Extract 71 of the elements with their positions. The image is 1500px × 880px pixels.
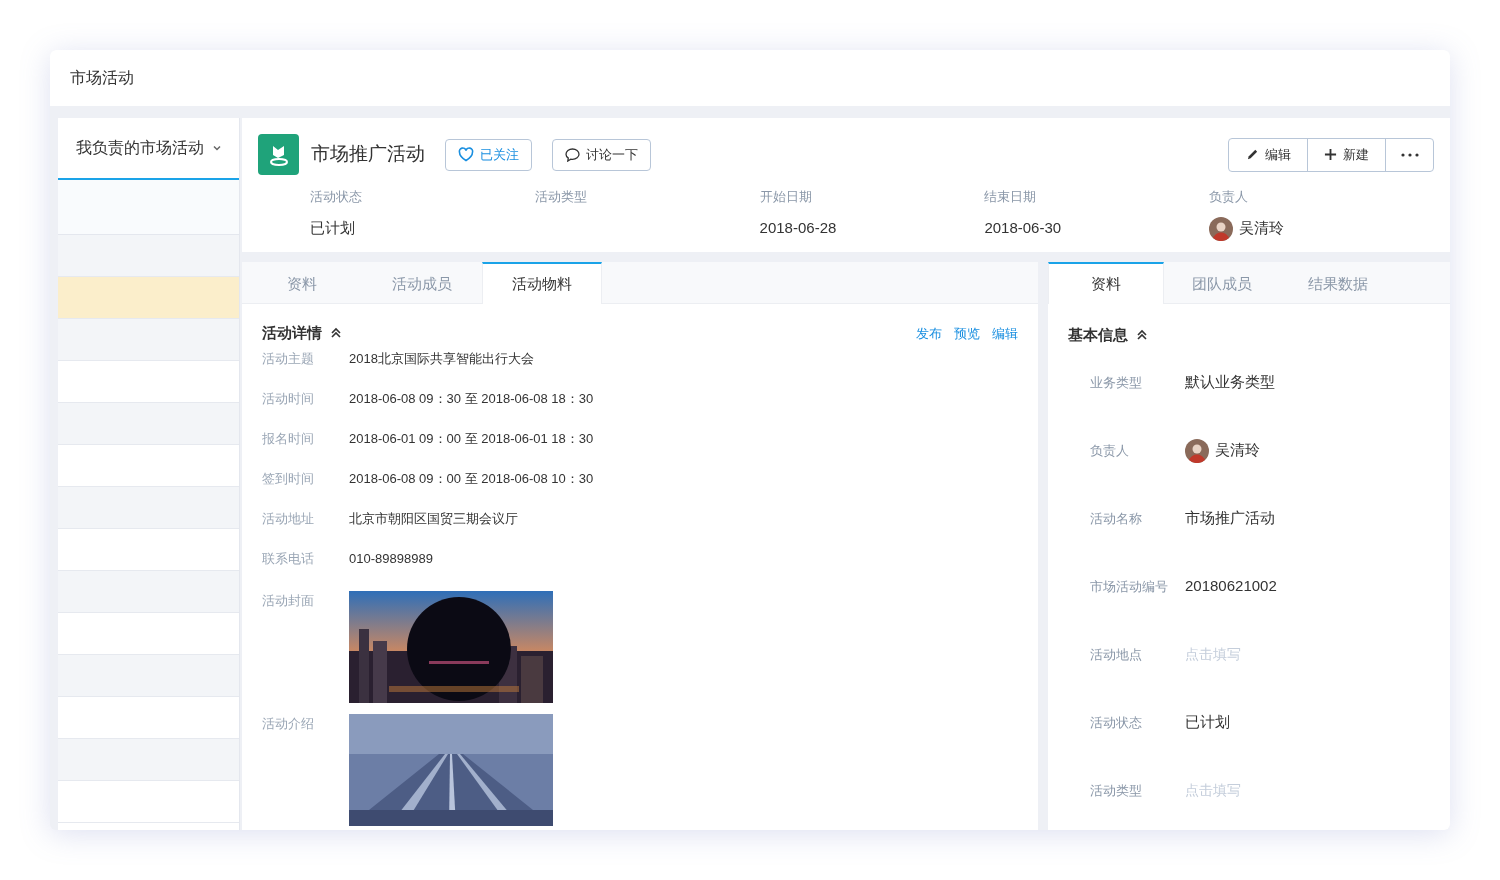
tab[interactable]: 活动成员 [362, 262, 482, 304]
field-label: 市场活动编号 [1090, 577, 1169, 596]
record-title: 市场推广活动 [311, 142, 425, 167]
flag-logo-icon [258, 134, 299, 175]
field-label: 活动地址 [262, 509, 315, 528]
more-icon [1400, 152, 1419, 157]
section-title: 活动详情 [262, 323, 322, 343]
list-row[interactable] [58, 571, 239, 613]
field-value: 已计划 [1185, 712, 1230, 733]
action-button[interactable]: 新建 [1307, 138, 1385, 171]
field-value: 20180621002 [1185, 576, 1277, 597]
field-value: 2018-06-01 09：00 至 2018-06-01 18：30 [349, 429, 594, 448]
summary-label: 负责人 [1209, 188, 1250, 206]
list-row[interactable] [58, 277, 239, 319]
person-name: 吴清玲 [1215, 440, 1260, 461]
field-label: 负责人 [1090, 441, 1130, 460]
field-value: 默认业务类型 [1185, 372, 1275, 393]
field-label: 活动时间 [262, 389, 315, 408]
field-label: 报名时间 [262, 429, 315, 448]
field-label: 活动类型 [1090, 781, 1143, 800]
section-title: 基本信息 [1068, 325, 1128, 345]
avatar-icon [1209, 216, 1234, 241]
heart-icon [458, 147, 474, 162]
tab[interactable]: 团队成员 [1164, 262, 1280, 304]
follow-button[interactable]: 已关注 [445, 138, 532, 171]
avatar-icon [1185, 438, 1209, 463]
summary-label: 结束日期 [984, 188, 1038, 206]
field-label: 签到时间 [262, 469, 315, 488]
summary-label: 活动状态 [310, 188, 363, 206]
pencil-icon [1245, 148, 1259, 161]
field-value: 2018北京国际共享智能出行大会 [349, 349, 534, 368]
collapse-icon[interactable] [1136, 329, 1148, 342]
person-name: 吴清玲 [1239, 218, 1285, 239]
field-label: 活动主题 [262, 349, 315, 368]
field-label: 业务类型 [1090, 373, 1143, 392]
action-link[interactable]: 发布 [916, 323, 942, 343]
page-title: 市场活动 [70, 68, 134, 88]
field-value: 北京市朝阳区国贸三期会议厅 [349, 509, 518, 528]
field-label: 活动封面 [262, 591, 315, 610]
tab[interactable]: 结果数据 [1280, 262, 1396, 304]
plus-icon [1324, 148, 1337, 161]
tab[interactable]: 活动物料 [482, 262, 602, 304]
field-label: 活动介绍 [262, 714, 315, 733]
field-value: 已计划 [310, 217, 356, 238]
tab[interactable]: 资料 [242, 262, 362, 304]
field-value: 市场推广活动 [1185, 508, 1275, 529]
chat-bubble-icon [565, 147, 580, 162]
field-value: 2018-06-08 09：00 至 2018-06-08 10：30 [349, 469, 594, 488]
list-row[interactable] [58, 319, 239, 361]
field-label: 活动状态 [1090, 713, 1143, 732]
chevron-down-icon [211, 143, 222, 153]
summary-label: 活动类型 [534, 188, 588, 206]
collapse-icon[interactable] [330, 327, 342, 340]
field-label: 联系电话 [262, 549, 315, 568]
field-value: 2018-06-28 [759, 217, 838, 238]
list-row[interactable] [58, 235, 239, 277]
discuss-button[interactable]: 讨论一下 [552, 138, 651, 171]
tab[interactable]: 资料 [1048, 262, 1164, 304]
list-row[interactable] [58, 739, 239, 781]
field-label: 活动地点 [1090, 645, 1143, 664]
list-row[interactable] [58, 403, 239, 445]
field-value: 2018-06-08 09：30 至 2018-06-08 18：30 [349, 389, 594, 408]
action-link[interactable]: 编辑 [992, 323, 1018, 343]
field-value: 010-89898989 [349, 549, 433, 568]
action-link[interactable]: 预览 [954, 323, 980, 343]
action-button[interactable]: 编辑 [1229, 138, 1307, 171]
field-label: 活动名称 [1090, 509, 1143, 528]
list-row[interactable] [58, 487, 239, 529]
field-value: 2018-06-30 [984, 217, 1063, 238]
list-row[interactable] [58, 655, 239, 697]
summary-label: 开始日期 [759, 188, 813, 206]
